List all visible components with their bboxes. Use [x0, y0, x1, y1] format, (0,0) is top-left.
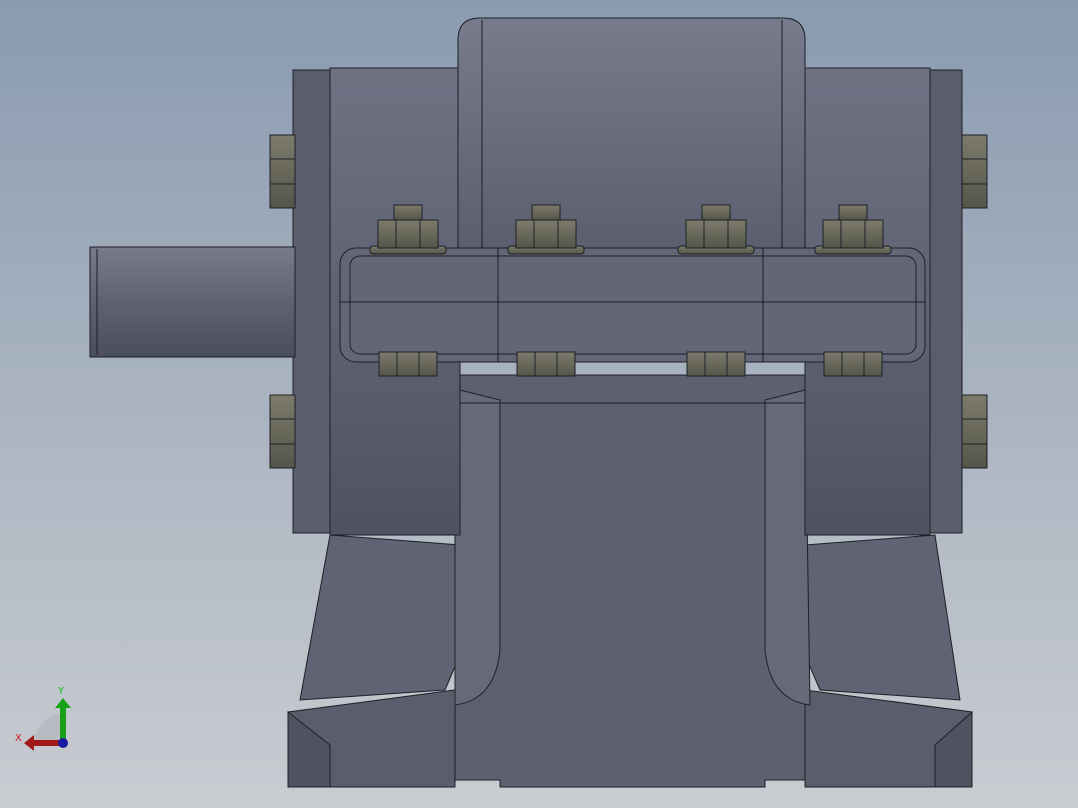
y-axis-label: Y	[58, 686, 65, 697]
right-flange-plate	[929, 69, 963, 534]
x-axis-arrow	[32, 740, 62, 746]
view-triad[interactable]	[24, 698, 71, 751]
z-axis-dot	[58, 738, 68, 748]
bolt-end	[531, 204, 561, 221]
lower-hex-nut	[516, 351, 576, 377]
hex-nut	[515, 219, 577, 249]
side-bolt-head	[961, 394, 988, 469]
split-flange	[339, 247, 926, 363]
bolt-end	[838, 204, 868, 221]
left-flange-plate	[292, 69, 331, 534]
hex-nut	[685, 219, 747, 249]
central-column	[454, 374, 806, 788]
side-bolt-head	[961, 134, 988, 209]
x-axis-arrowhead	[24, 735, 34, 751]
triad-plane	[35, 714, 63, 742]
pedestal-right	[804, 534, 961, 701]
input-shaft	[89, 246, 296, 358]
column-rib-right	[764, 389, 811, 706]
x-axis-label: X	[15, 733, 22, 744]
side-bolt-head	[269, 394, 296, 469]
cad-viewport[interactable]	[0, 0, 1078, 808]
bolt-end	[393, 204, 423, 221]
hex-nut	[377, 219, 439, 249]
lower-hex-nut	[686, 351, 746, 377]
hex-nut	[822, 219, 884, 249]
y-axis-arrowhead	[55, 698, 71, 708]
top-dome	[457, 17, 806, 251]
bolt-end	[701, 204, 731, 221]
column-rib-left	[454, 389, 501, 706]
lower-hex-nut	[378, 351, 438, 377]
y-axis-arrow	[60, 706, 66, 742]
side-bolt-head	[269, 134, 296, 209]
pedestal-left	[299, 534, 461, 701]
lower-hex-nut	[823, 351, 883, 377]
